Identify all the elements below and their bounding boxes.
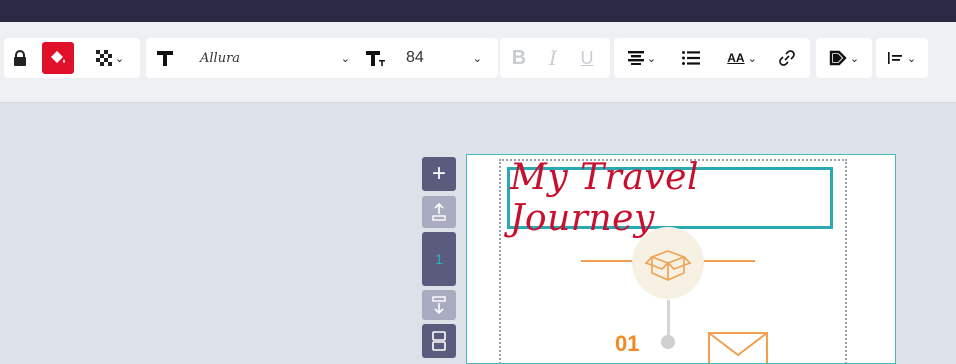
add-page-button[interactable]: + (422, 157, 456, 191)
move-page-down-button[interactable] (422, 290, 456, 320)
text-tool-button[interactable] (150, 38, 180, 78)
font-family-dropdown[interactable]: Allura ⌄ (200, 38, 350, 78)
list-button[interactable] (676, 38, 706, 78)
timeline-dot (661, 335, 675, 349)
font-family-value: Allura (200, 50, 241, 66)
duplicate-page-icon (432, 331, 446, 351)
emphasis-group: B I U (500, 38, 610, 78)
text-effects-dropdown[interactable]: ⌄ (820, 38, 868, 78)
font-size-dropdown[interactable]: 84 ⌄ (406, 38, 482, 78)
divider-right (703, 260, 755, 262)
effects-group: ⌄ (816, 38, 872, 78)
top-navigation-bar (0, 0, 956, 22)
move-page-up-button[interactable] (422, 196, 456, 228)
text-align-dropdown[interactable]: ⌄ (618, 38, 666, 78)
shape-fill-icon (829, 50, 847, 66)
step-number[interactable]: 01 (615, 331, 639, 357)
text-case-icon: AA (727, 51, 745, 65)
italic-button[interactable]: I (540, 38, 566, 78)
duplicate-page-button[interactable] (422, 324, 456, 358)
lock-button[interactable] (6, 38, 34, 78)
paragraph-group: ⌄ AA ⌄ (614, 38, 810, 78)
icon-badge[interactable] (632, 227, 704, 299)
chevron-down-icon: ⌄ (747, 52, 757, 65)
transparency-dropdown[interactable]: ⌄ (86, 38, 134, 78)
chevron-down-icon: ⌄ (340, 52, 350, 65)
checkerboard-icon (95, 50, 112, 66)
chevron-down-icon: ⌄ (906, 52, 917, 65)
chevron-down-icon: ⌄ (472, 52, 482, 65)
text-t-icon (157, 51, 173, 66)
style-group: ⌄ (4, 38, 140, 78)
font-size-tool[interactable] (360, 38, 390, 78)
paint-bucket-icon (51, 51, 65, 63)
move-up-icon (432, 203, 446, 221)
plus-icon: + (431, 160, 446, 187)
chevron-down-icon: ⌄ (849, 52, 860, 65)
line-spacing-icon (887, 52, 902, 64)
spacing-group: ⌄ (876, 38, 928, 78)
font-size-icon (366, 51, 385, 66)
title-frame[interactable]: My Travel Journey (507, 157, 833, 239)
font-size-value: 84 (406, 49, 424, 66)
design-canvas[interactable]: My Travel Journey 01 (466, 154, 896, 364)
divider-left (581, 260, 633, 262)
link-icon (779, 50, 795, 66)
link-button[interactable] (770, 38, 804, 78)
chevron-down-icon: ⌄ (114, 52, 125, 65)
underline-button[interactable]: U (574, 38, 600, 78)
spacing-dropdown[interactable]: ⌄ (880, 38, 924, 78)
bulleted-list-icon (682, 51, 700, 65)
envelope-icon[interactable] (707, 331, 769, 364)
align-center-icon (627, 51, 644, 65)
bold-button[interactable]: B (504, 38, 534, 78)
open-box-icon (644, 250, 692, 281)
move-down-icon (432, 296, 446, 314)
font-group: Allura ⌄ 84 ⌄ (146, 38, 498, 78)
page-indicator[interactable]: 1 (422, 232, 456, 286)
lock-icon (14, 50, 26, 66)
text-case-dropdown[interactable]: AA ⌄ (718, 38, 766, 78)
chevron-down-icon: ⌄ (646, 52, 657, 65)
page-number: 1 (435, 251, 443, 267)
text-formatting-toolbar: ⌄ Allura ⌄ 84 ⌄ B I U ⌄ AA ⌄ ⌄ ⌄ (0, 22, 956, 103)
fill-color-button[interactable] (42, 42, 74, 74)
